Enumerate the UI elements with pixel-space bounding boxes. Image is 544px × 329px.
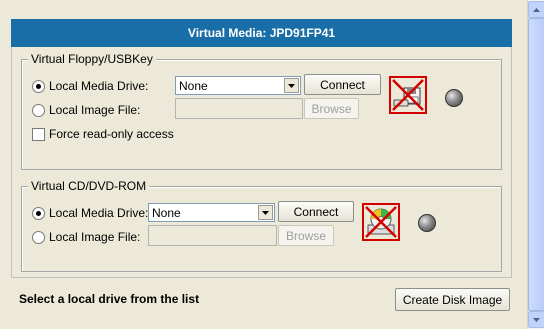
cdrom-local-image-option[interactable]: Local Image File: xyxy=(32,229,140,245)
cdrom-status-led-icon xyxy=(418,214,436,232)
floppy-drive-select-value: None xyxy=(179,78,208,93)
virtual-media-window: Virtual Media: JPD91FP41 Virtual Floppy/… xyxy=(0,0,527,329)
floppy-group-legend: Virtual Floppy/USBKey xyxy=(28,52,156,66)
vertical-scrollbar[interactable] xyxy=(527,0,544,329)
cdrom-image-path-input[interactable] xyxy=(148,225,277,246)
cdrom-local-image-label: Local Image File: xyxy=(49,230,141,244)
status-message: Select a local drive from the list xyxy=(19,292,200,306)
floppy-drive-select[interactable]: None xyxy=(175,76,301,95)
floppy-connect-button[interactable]: Connect xyxy=(304,74,381,95)
floppy-local-image-label: Local Image File: xyxy=(49,103,141,117)
content-panel: Virtual Floppy/USBKey Local Media Drive:… xyxy=(11,47,512,278)
cd-drive-disconnected-icon xyxy=(362,203,400,241)
floppy-local-media-option[interactable]: Local Media Drive: xyxy=(32,78,148,94)
floppy-local-media-radio[interactable] xyxy=(32,79,45,93)
radio-selected-dot xyxy=(36,83,41,89)
cdrom-connect-button[interactable]: Connect xyxy=(278,201,354,222)
create-disk-image-button[interactable]: Create Disk Image xyxy=(395,288,510,311)
cdrom-local-media-label: Local Media Drive: xyxy=(49,206,149,220)
cdrom-local-media-option[interactable]: Local Media Drive: xyxy=(32,205,148,221)
cdrom-group-legend: Virtual CD/DVD-ROM xyxy=(28,179,150,193)
scroll-up-button[interactable] xyxy=(528,1,544,18)
cdrom-drive-select-value: None xyxy=(152,205,181,220)
floppy-status-led-icon xyxy=(445,89,463,107)
cdrom-group: Virtual CD/DVD-ROM Local Media Drive: No… xyxy=(21,179,502,272)
cdrom-drive-select[interactable]: None xyxy=(148,203,275,222)
floppy-browse-button[interactable]: Browse xyxy=(304,98,359,119)
floppy-local-image-radio[interactable] xyxy=(32,103,45,117)
floppy-local-image-option[interactable]: Local Image File: xyxy=(32,102,140,118)
floppy-drive-disconnected-icon xyxy=(389,76,427,114)
chevron-down-icon[interactable] xyxy=(284,78,299,93)
cdrom-local-media-radio[interactable] xyxy=(32,206,45,220)
floppy-readonly-checkbox[interactable] xyxy=(32,127,45,141)
floppy-image-path-input[interactable] xyxy=(175,98,303,119)
floppy-readonly-label: Force read-only access xyxy=(49,127,174,141)
floppy-readonly-option[interactable]: Force read-only access xyxy=(32,126,174,142)
scrollbar-thumb[interactable] xyxy=(528,18,544,311)
chevron-down-icon xyxy=(533,317,540,322)
cdrom-local-image-radio[interactable] xyxy=(32,230,45,244)
scroll-down-button[interactable] xyxy=(528,311,544,328)
floppy-local-media-label: Local Media Drive: xyxy=(49,79,149,93)
cdrom-browse-button[interactable]: Browse xyxy=(278,225,334,246)
window-title: Virtual Media: JPD91FP41 xyxy=(11,19,512,47)
chevron-up-icon xyxy=(533,7,540,12)
chevron-down-icon[interactable] xyxy=(258,205,273,220)
radio-selected-dot xyxy=(36,210,41,216)
floppy-group: Virtual Floppy/USBKey Local Media Drive:… xyxy=(21,52,502,170)
